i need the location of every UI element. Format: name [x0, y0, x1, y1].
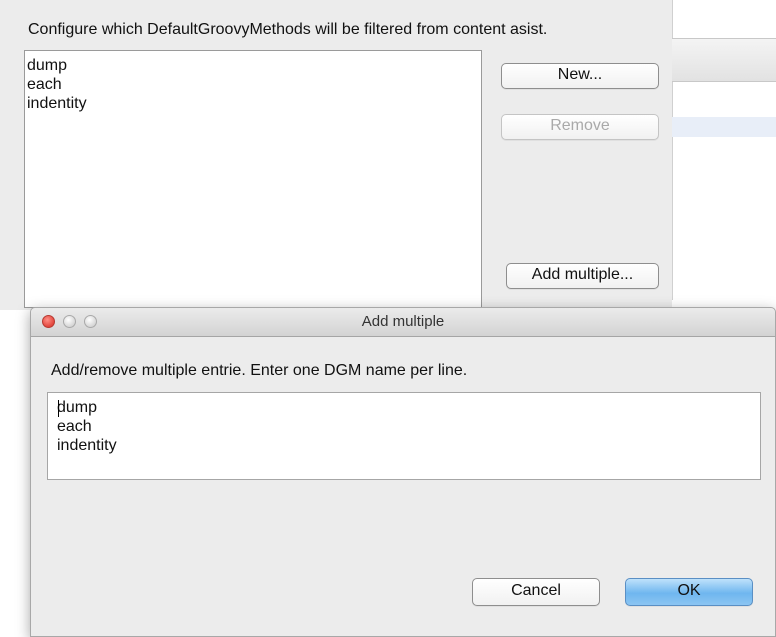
dialog-title: Add multiple — [361, 313, 445, 330]
dialog-titlebar[interactable]: Add multiple — [31, 308, 775, 337]
ok-button[interactable]: OK — [625, 578, 753, 606]
filtered-methods-list[interactable]: dump each indentity — [24, 50, 482, 308]
entry-line: dump — [57, 399, 98, 416]
entry-line: each — [57, 418, 92, 435]
entries-textarea[interactable]: dump each indentity — [47, 392, 761, 480]
list-item[interactable]: indentity — [25, 94, 481, 113]
new-button[interactable]: New... — [501, 63, 659, 89]
background-selected-row — [672, 117, 776, 137]
dgm-filter-preference-panel: Configure which DefaultGroovyMethods wil… — [0, 0, 672, 310]
entry-line: indentity — [57, 437, 117, 454]
dialog-instruction: Add/remove multiple entrie. Enter one DG… — [51, 362, 468, 379]
remove-button[interactable]: Remove — [501, 114, 659, 140]
list-item[interactable]: dump — [25, 56, 481, 75]
list-item[interactable]: each — [25, 75, 481, 94]
preference-description: Configure which DefaultGroovyMethods wil… — [28, 21, 548, 38]
add-multiple-dialog: Add multiple Add/remove multiple entrie.… — [30, 307, 776, 637]
add-multiple-button[interactable]: Add multiple... — [506, 263, 659, 289]
cancel-button[interactable]: Cancel — [472, 578, 600, 606]
text-cursor — [58, 400, 59, 417]
background-table-header — [672, 38, 776, 82]
